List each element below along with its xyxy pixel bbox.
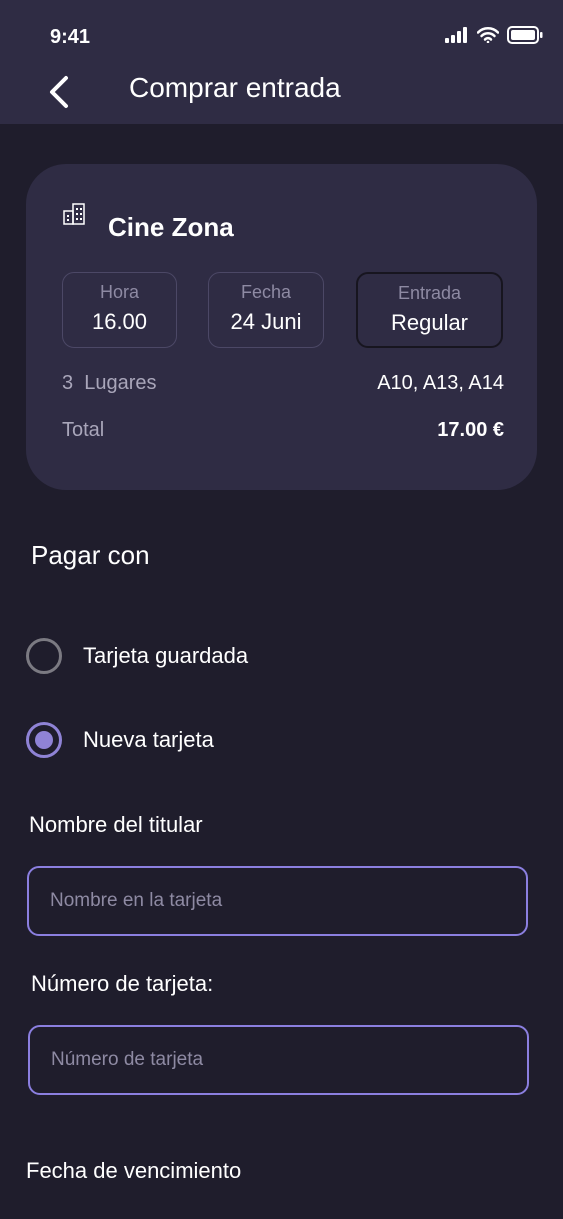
- signal-icon: [445, 27, 467, 43]
- total-label: Total: [62, 419, 105, 441]
- seats-label: 3 Lugares: [62, 372, 157, 394]
- date-label: Fecha: [240, 282, 292, 302]
- ticket-type-label: Entrada: [397, 283, 462, 303]
- page-title: Comprar entrada: [129, 72, 341, 103]
- wifi-icon: [477, 27, 499, 43]
- cardholder-input[interactable]: [27, 866, 528, 936]
- cardholder-label: Nombre del titular: [29, 812, 203, 837]
- radio-saved-card[interactable]: Tarjeta guardada: [26, 638, 248, 674]
- radio-label-new-card: Nueva tarjeta: [83, 727, 214, 752]
- time-box: Hora 16.00: [62, 272, 177, 348]
- radio-new-card[interactable]: Nueva tarjeta: [26, 722, 214, 758]
- ticket-type-box[interactable]: Entrada Regular: [356, 272, 503, 348]
- radio-button[interactable]: [26, 638, 62, 674]
- card-number-label: Número de tarjeta:: [31, 971, 214, 996]
- expiry-date-label: Fecha de vencimiento: [26, 1158, 242, 1183]
- ticket-type-value: Regular: [390, 310, 469, 335]
- time-label: Hora: [99, 282, 139, 302]
- battery-icon: [507, 26, 543, 44]
- status-icons: [445, 26, 543, 44]
- payment-section-title: Pagar con: [31, 540, 150, 570]
- total-value: 17.00 €: [437, 419, 504, 441]
- seats-value: A10, A13, A14: [377, 372, 504, 394]
- date-value: 24 Juni: [230, 309, 302, 334]
- header-bar: 9:41 Comprar entrada: [0, 0, 563, 124]
- time-value: 16.00: [91, 309, 148, 334]
- cinema-name: Cine Zona: [108, 212, 234, 242]
- radio-button-selected[interactable]: [26, 722, 62, 758]
- date-box: Fecha 24 Juni: [208, 272, 324, 348]
- ticket-summary-card: Cine Zona Hora 16.00 Fecha 24 Juni Entra…: [26, 164, 537, 490]
- card-number-input[interactable]: [28, 1025, 529, 1095]
- radio-label-saved-card: Tarjeta guardada: [83, 643, 249, 668]
- chevron-left-icon: [50, 76, 68, 108]
- status-time: 9:41: [50, 26, 91, 48]
- building-icon: [63, 203, 85, 225]
- back-button[interactable]: [44, 72, 78, 112]
